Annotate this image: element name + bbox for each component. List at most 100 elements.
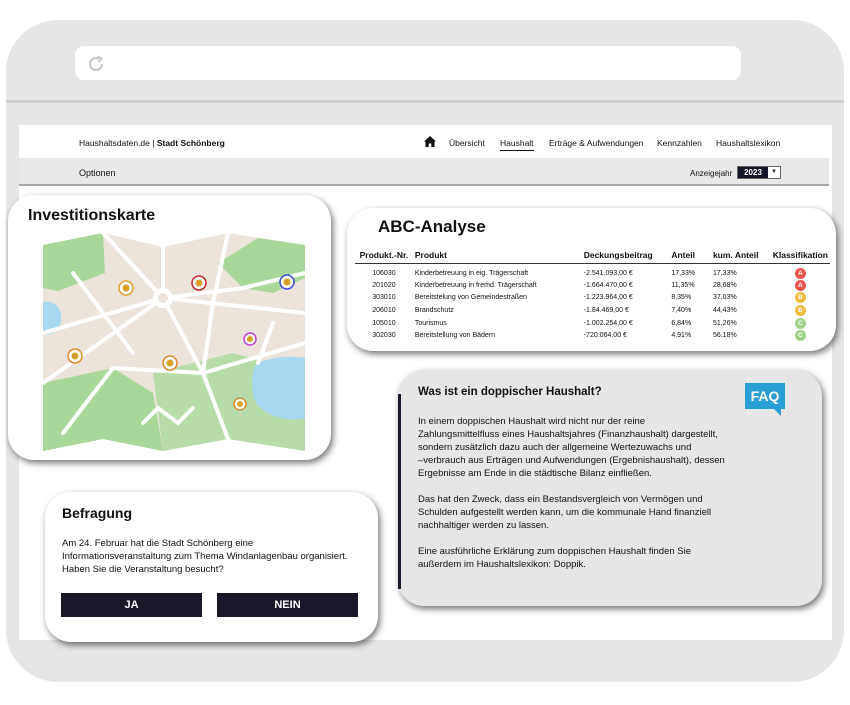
table-row[interactable]: 302030 Bereitstellung von Bädern -720.06… [355, 329, 830, 342]
map-pin[interactable] [279, 274, 295, 290]
nav-link-haushaltslexikon[interactable]: Haushaltslexikon [716, 138, 780, 148]
cell-produkt-nr: 106030 [372, 269, 396, 277]
cell-kum-anteil: 28,68% [712, 281, 737, 289]
cell-kum-anteil: 56,18% [712, 332, 737, 340]
map-pin[interactable] [191, 275, 207, 291]
no-button[interactable]: NEIN [217, 593, 358, 617]
class-badge: B [794, 292, 806, 304]
cell-produkt-nr: 201020 [372, 281, 396, 289]
cell-anteil: 17,33% [671, 269, 696, 277]
cell-produkt: Kinderbetreuung in fremd. Trägerschaft [414, 281, 537, 289]
nav-link-kennzahlen[interactable]: Kennzahlen [657, 138, 702, 148]
table-row[interactable]: 206010 Brandschutz -1.84.469,00 € 7,40% … [355, 304, 830, 317]
year-select[interactable]: 2023 ▼ [737, 166, 781, 179]
cell-klassifikation: A [771, 263, 830, 279]
cell-produkt: Tourismus [414, 319, 447, 327]
table-row[interactable]: 105010 Tourismus -1.002.254,00 € 6,84% 5… [355, 317, 830, 330]
faq-title: Was ist ein doppischer Haushalt? [418, 386, 602, 398]
survey-title: Befragung [62, 505, 132, 521]
map-pin[interactable] [233, 397, 247, 411]
options-bar: Optionen Anzeigejahr 2023 ▼ [19, 158, 829, 186]
table-row[interactable]: 201020 Kinderbetreuung in fremd. Trägers… [355, 279, 830, 292]
year-label: Anzeigejahr [690, 169, 733, 178]
class-badge: A [794, 267, 806, 279]
survey-question: Am 24. Februar hat die Stadt Schönberg e… [62, 538, 348, 575]
class-badge: C [794, 317, 806, 329]
faq-icon: FAQ [745, 383, 785, 416]
cell-anteil: 4,91% [671, 332, 692, 340]
cell-produkt-nr: 303010 [372, 294, 396, 302]
site-brand[interactable]: Haushaltsdaten.de | Stadt Schönberg [79, 138, 225, 148]
map-pin[interactable] [67, 348, 83, 364]
cell-produkt-nr: 105010 [372, 319, 396, 327]
cell-kum-anteil: 37,03% [712, 294, 737, 302]
home-icon[interactable] [424, 136, 436, 147]
investment-map-card: Investitionskarte [8, 195, 331, 460]
cell-anteil: 7,40% [671, 306, 692, 314]
cell-deckungsbeitrag: -1.223.964,00 € [583, 294, 633, 302]
faq-paragraph: Eine ausführliche Erklärung zum doppisch… [418, 546, 692, 570]
site-navigation: Haushaltsdaten.de | Stadt Schönberg Über… [19, 125, 832, 157]
investment-map[interactable] [43, 233, 305, 451]
abc-title: ABC-Analyse [378, 217, 486, 236]
cell-klassifikation: A [771, 279, 830, 292]
year-value: 2023 [738, 167, 768, 178]
faq-paragraph: In einem doppischen Haushalt wird nicht … [418, 416, 725, 479]
options-toggle[interactable]: Optionen [79, 168, 116, 178]
table-row[interactable]: 303010 Bereitstelung von Gemeindestraßen… [355, 292, 830, 305]
survey-card: Befragung Am 24. Februar hat die Stadt S… [45, 492, 378, 642]
cell-kum-anteil: 17,33% [712, 269, 737, 277]
col-header-kum-anteil[interactable]: kum. Anteil [710, 245, 771, 264]
cell-deckungsbeitrag: -1.84.469,00 € [583, 306, 629, 314]
cell-deckungsbeitrag: -720.064,00 € [583, 332, 627, 340]
class-badge: C [794, 330, 806, 342]
cell-kum-anteil: 51,26% [712, 319, 737, 327]
cell-klassifikation: C [771, 317, 830, 330]
faq-card: Was ist ein doppischer Haushalt? FAQ In … [398, 370, 822, 606]
cell-anteil: 8,35% [671, 294, 692, 302]
map-pin[interactable] [118, 280, 134, 296]
faq-paragraph: Das hat den Zweck, dass ein Bestandsverg… [418, 494, 712, 531]
col-header-produkt[interactable]: Produkt [412, 245, 582, 264]
cell-produkt: Brandschutz [414, 306, 454, 314]
yes-button[interactable]: JA [61, 593, 202, 617]
cell-deckungsbeitrag: -1.002.254,00 € [583, 319, 633, 327]
brand-city-name: Stadt Schönberg [156, 138, 225, 148]
address-bar[interactable] [75, 46, 741, 80]
col-header-deckungsbeitrag[interactable]: Deckungsbeitrag [581, 245, 670, 264]
table-row[interactable]: 106030 Kinderbetreuung in eig. Trägersch… [355, 263, 830, 279]
cell-anteil: 6,84% [671, 319, 692, 327]
map-title: Investitionskarte [28, 207, 156, 224]
faq-body: In einem doppischen Haushalt wird nicht … [418, 415, 813, 584]
col-header-produkt-nr[interactable]: Produkt.-Nr. [355, 245, 413, 264]
cell-klassifikation: B [771, 292, 830, 305]
nav-link-ertraege[interactable]: Erträge & Aufwendungen [549, 138, 644, 148]
browser-divider [6, 100, 844, 103]
chevron-down-icon: ▼ [771, 169, 777, 175]
nav-link-haushalt[interactable]: Haushalt [500, 138, 534, 151]
abc-analysis-card: ABC-Analyse Produkt.-Nr. Produkt Deckung… [347, 208, 836, 351]
cell-deckungsbeitrag: -2.541.093,00 € [583, 269, 633, 277]
cell-produkt-nr: 302030 [372, 332, 396, 340]
brand-separator: | [149, 138, 157, 148]
brand-site-name: Haushaltsdaten.de [79, 138, 150, 148]
class-badge: A [794, 279, 806, 291]
col-header-anteil[interactable]: Anteil [669, 245, 711, 264]
cell-anteil: 11,35% [671, 281, 695, 289]
cell-produkt: Bereitstelung von Gemeindestraßen [414, 294, 527, 302]
cell-kum-anteil: 44,43% [712, 306, 737, 314]
map-pin[interactable] [243, 332, 257, 346]
cell-produkt-nr: 206010 [372, 306, 396, 314]
cell-produkt: Kinderbetreuung in eig. Trägerschaft [414, 269, 529, 277]
cell-klassifikation: C [771, 329, 830, 342]
reload-icon[interactable] [86, 54, 106, 74]
faq-badge-label: FAQ [745, 383, 785, 409]
map-pin[interactable] [162, 355, 178, 371]
faq-accent-line [398, 394, 401, 589]
abc-header-row: Produkt.-Nr. Produkt Deckungsbeitrag Ant… [355, 245, 830, 264]
cell-produkt: Bereitstellung von Bädern [414, 332, 496, 340]
cell-klassifikation: B [771, 304, 830, 317]
col-header-klassifikation[interactable]: Klassifikation [770, 245, 830, 264]
nav-link-uebersicht[interactable]: Übersicht [449, 138, 485, 148]
class-badge: B [794, 304, 806, 316]
